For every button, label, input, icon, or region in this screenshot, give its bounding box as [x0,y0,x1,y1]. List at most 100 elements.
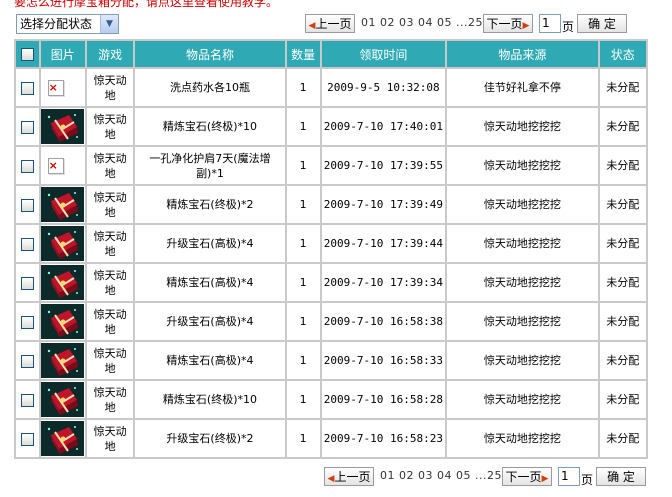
item-image-cell [40,108,85,145]
item-image-cell: × [40,147,85,184]
game-cell: 惊天动地 [86,342,134,379]
quantity-cell: 1 [286,264,320,301]
header-quantity: 数量 [286,41,320,67]
chevron-down-icon[interactable]: ▼ [100,15,118,33]
game-cell: 惊天动地 [86,381,134,418]
broken-image-icon: × [47,157,64,174]
game-cell: 惊天动地 [86,108,134,145]
row-checkbox[interactable] [20,198,34,212]
status-cell: 未分配 [599,381,646,418]
status-cell: 未分配 [599,225,646,262]
status-cell: 未分配 [599,264,646,301]
status-cell: 未分配 [599,108,646,145]
next-page-label: 下一页 [486,17,523,31]
table-row[interactable]: 惊天动地 精炼宝石(高极)*4 1 2009-7-10 17:39:34 惊天动地挖挖挖… [16,264,646,301]
table-row[interactable]: × 惊天动地 一孔净化护肩7天(魔法增副)*1 1 2009-7-10 17:39:55… [16,147,646,184]
row-checkbox[interactable] [20,315,34,329]
prev-page-label: 上一页 [315,17,352,31]
game-cell: 惊天动地 [86,186,134,223]
select-all-header [16,41,39,67]
page-unit-label: 页 [562,20,575,34]
table-row[interactable]: 惊天动地 精炼宝石(高极)*4 1 2009-7-10 16:58:33 惊天动地挖挖挖… [16,342,646,379]
source-cell: 惊天动地挖挖挖 [447,342,598,379]
game-cell: 惊天动地 [86,264,134,301]
prev-page-button-bottom[interactable]: ◀上一页 [324,467,374,486]
row-select-cell [16,420,39,457]
next-page-button[interactable]: 下一页▶ [483,14,533,33]
row-select-cell [16,147,39,184]
status-cell: 未分配 [599,342,646,379]
row-checkbox[interactable] [20,120,34,134]
next-page-button-bottom[interactable]: 下一页▶ [502,467,552,486]
source-cell: 惊天动地挖挖挖 [447,108,598,145]
table-row[interactable]: 惊天动地 精炼宝石(终极)*2 1 2009-7-10 17:39:49 惊天动地挖挖挖… [16,186,646,223]
notice-text: 要怎么进行摩宝箱分配，请点这里 [14,0,195,9]
item-name-cell: 精炼宝石(高极)*4 [135,342,285,379]
gift-box-icon [41,226,85,261]
source-cell: 惊天动地挖挖挖 [447,147,598,184]
page-numbers[interactable]: 01 02 03 04 05 ...25 [361,16,483,29]
status-cell: 未分配 [599,303,646,340]
tutorial-notice: 要怎么进行摩宝箱分配，请点这里查看使用教学。 [14,0,278,9]
row-checkbox[interactable] [20,237,34,251]
page-number-input-bottom[interactable]: 1 [558,467,580,486]
claim-time-cell: 2009-7-10 16:58:28 [321,381,446,418]
table-row[interactable]: × 惊天动地 洗点药水各10瓶 1 2009-9-5 10:32:08 佳节好礼拿不停 未分… [16,69,646,106]
source-cell: 惊天动地挖挖挖 [447,186,598,223]
row-checkbox[interactable] [20,432,34,446]
row-checkbox[interactable] [20,393,34,407]
row-checkbox[interactable] [20,81,34,95]
triangle-right-icon: ▶ [541,474,549,484]
claim-time-cell: 2009-7-10 17:39:34 [321,264,446,301]
gift-box-icon [41,109,85,144]
status-filter-value: 选择分配状态 [20,17,93,31]
header-status: 状态 [599,41,646,67]
source-cell: 惊天动地挖挖挖 [447,303,598,340]
item-name-cell: 精炼宝石(终极)*10 [135,108,285,145]
game-cell: 惊天动地 [86,225,134,262]
status-filter-select[interactable]: 选择分配状态 ▼ [16,14,119,34]
row-checkbox[interactable] [20,276,34,290]
status-cell: 未分配 [599,420,646,457]
claim-time-cell: 2009-7-10 16:58:33 [321,342,446,379]
claim-time-cell: 2009-7-10 17:39:49 [321,186,446,223]
table-row[interactable]: 惊天动地 精炼宝石(终极)*10 1 2009-7-10 17:40:01 惊天动地挖挖… [16,108,646,145]
item-image-cell [40,420,85,457]
claim-time-cell: 2009-7-10 17:39:55 [321,147,446,184]
row-select-cell [16,108,39,145]
confirm-page-button[interactable]: 确 定 [577,14,627,33]
item-name-cell: 精炼宝石(终极)*2 [135,186,285,223]
next-page-label: 下一页 [505,470,542,484]
item-image-cell [40,186,85,223]
table-row[interactable]: 惊天动地 升级宝石(高极)*4 1 2009-7-10 16:58:38 惊天动地挖挖挖… [16,303,646,340]
prev-page-button[interactable]: ◀上一页 [305,14,355,33]
gift-box-icon [41,343,85,378]
item-image-cell [40,342,85,379]
source-cell: 惊天动地挖挖挖 [447,381,598,418]
page-number-input[interactable]: 1 [539,14,561,33]
header-image: 图片 [40,41,85,67]
select-all-checkbox[interactable] [20,48,34,61]
item-image-cell [40,381,85,418]
confirm-page-button-bottom[interactable]: 确 定 [596,467,646,486]
gift-box-icon [41,304,85,339]
row-checkbox[interactable] [20,159,34,173]
page-numbers-bottom[interactable]: 01 02 03 04 05 ...25 [380,469,502,482]
quantity-cell: 1 [286,303,320,340]
tutorial-link[interactable]: 查看使用教学。 [194,0,278,9]
header-game: 游戏 [86,41,134,67]
table-row[interactable]: 惊天动地 升级宝石(高极)*4 1 2009-7-10 17:39:44 惊天动地挖挖挖… [16,225,646,262]
row-checkbox[interactable] [20,354,34,368]
gift-box-icon [41,382,85,417]
item-table: 图片 游戏 物品名称 数量 领取时间 物品来源 状态 × 惊天动地 洗点药水各10瓶… [14,39,648,459]
item-name-cell: 升级宝石(终极)*2 [135,420,285,457]
table-row[interactable]: 惊天动地 升级宝石(终极)*2 1 2009-7-10 16:58:23 惊天动地挖挖挖… [16,420,646,457]
source-cell: 惊天动地挖挖挖 [447,264,598,301]
quantity-cell: 1 [286,420,320,457]
quantity-cell: 1 [286,342,320,379]
row-select-cell [16,186,39,223]
row-select-cell [16,342,39,379]
page-unit-label-bottom: 页 [581,473,594,487]
table-row[interactable]: 惊天动地 精炼宝石(终极)*10 1 2009-7-10 16:58:28 惊天动地挖挖… [16,381,646,418]
claim-time-cell: 2009-7-10 16:58:23 [321,420,446,457]
